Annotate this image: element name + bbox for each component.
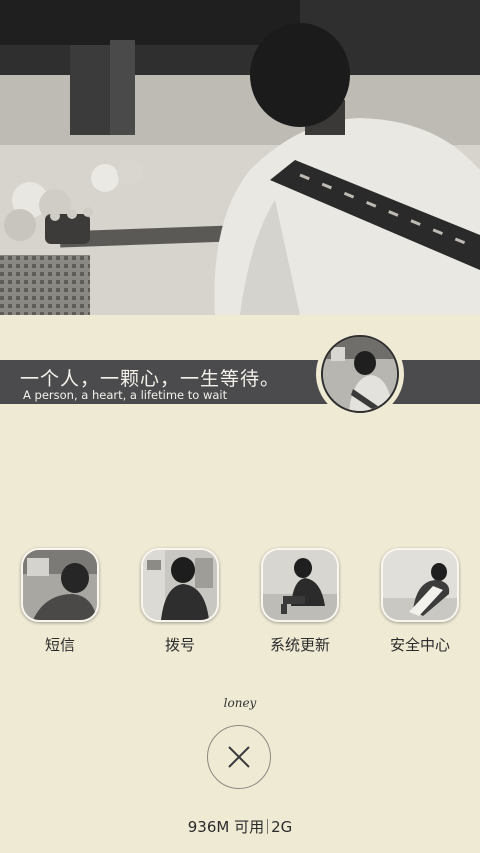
- hero-photo: [0, 0, 480, 315]
- avatar-photo: [321, 335, 399, 413]
- quote-chinese: 一个人，一颗心，一生等待。: [20, 368, 281, 390]
- quote-english: A person, a heart, a lifetime to wait: [23, 388, 228, 402]
- signature-text: loney: [223, 696, 257, 710]
- memory-total: 2G: [271, 818, 293, 836]
- app-label: 拨号: [164, 636, 195, 654]
- messages-icon: [21, 548, 99, 622]
- divider: [267, 819, 269, 834]
- system-update-icon: [261, 548, 339, 622]
- app-messages[interactable]: 短信: [20, 548, 100, 655]
- app-system-update[interactable]: 系统更新: [260, 548, 340, 655]
- security-center-icon: [381, 548, 459, 622]
- app-label: 短信: [44, 636, 75, 654]
- clear-memory-button[interactable]: [207, 725, 271, 789]
- guitarist-photo: [0, 0, 480, 315]
- dialer-icon: [141, 548, 219, 622]
- app-label: 系统更新: [269, 636, 330, 654]
- close-icon: [228, 746, 250, 768]
- memory-available: 936M 可用: [187, 818, 265, 836]
- avatar[interactable]: [316, 330, 404, 418]
- app-dialer[interactable]: 拨号: [140, 548, 220, 655]
- memory-status: 936M 可用 2G: [0, 816, 480, 837]
- app-security-center[interactable]: 安全中心: [380, 548, 460, 655]
- app-label: 安全中心: [389, 636, 450, 654]
